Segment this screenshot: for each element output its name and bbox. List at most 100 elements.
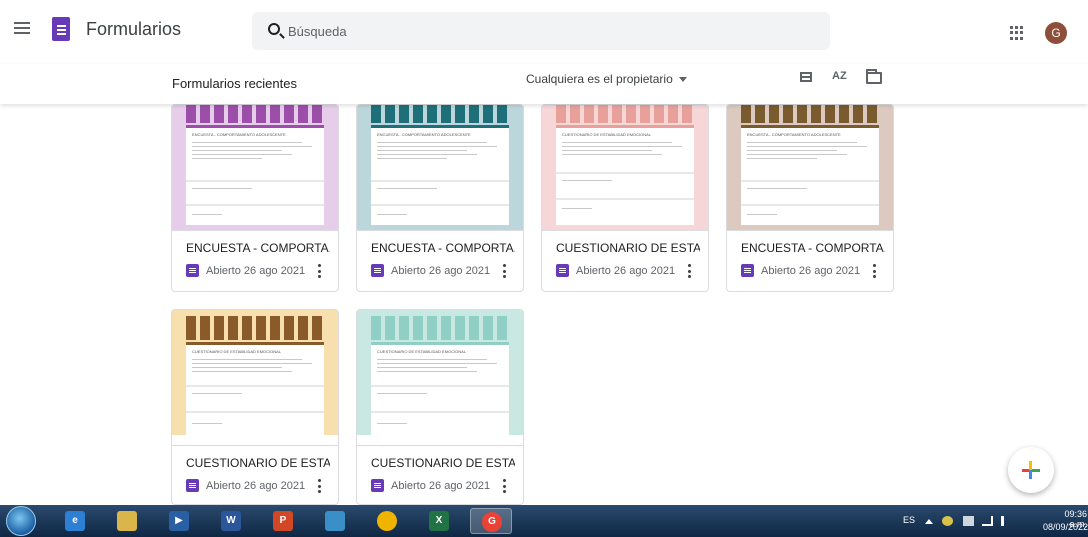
sort-az-icon[interactable]: AZ [832,70,847,82]
caret-down-icon [678,77,687,83]
main-menu-icon[interactable] [14,22,30,34]
forms-icon [186,264,199,277]
thumbnail-paper: CUESTIONARIO DE ESTABILIDAD EMOCIONAL [371,342,509,442]
photo-viewer-icon [325,511,345,531]
powerpoint-icon: P [273,511,293,531]
form-card[interactable]: ENCUESTA - COMPORTAMIENTO ADOLESCENTE EN… [171,104,339,292]
thumbnail-header-image [556,105,694,123]
taskbar-app[interactable]: G [470,508,512,534]
form-thumbnail: ENCUESTA - COMPORTAMIENTO ADOLESCENTE [357,105,523,230]
form-title[interactable]: CUESTIONARIO DE ESTA... [556,241,700,255]
media-player-icon: ▶ [169,511,189,531]
form-thumbnail: CUESTIONARIO DE ESTABILIDAD EMOCIONAL [172,310,338,442]
chrome-icon [377,511,397,531]
form-last-opened: Abierto 26 ago 2021 [206,480,306,492]
form-last-opened: Abierto 26 ago 2021 [206,265,306,277]
forms-icon [371,264,384,277]
form-title[interactable]: ENCUESTA - COMPORTA... [186,241,330,255]
app-name[interactable]: Formularios [86,19,181,40]
form-card-info: ENCUESTA - COMPORTA... Abierto 26 ago 20… [172,230,338,290]
word-icon: W [221,511,241,531]
signal-icon[interactable] [982,516,993,526]
form-thumbnail: CUESTIONARIO DE ESTABILIDAD EMOCIONAL [542,105,708,230]
volume-icon[interactable] [1001,516,1010,526]
owner-filter-label: Cualquiera es el propietario [526,72,673,86]
folder-icon[interactable] [866,69,882,84]
start-button[interactable] [6,506,36,536]
forms-logo-icon[interactable] [52,17,70,41]
form-last-opened: Abierto 26 ago 2021 [576,265,676,277]
form-card[interactable]: CUESTIONARIO DE ESTABILIDAD EMOCIONAL CU… [356,309,524,505]
form-card[interactable]: ENCUESTA - COMPORTAMIENTO ADOLESCENTE EN… [726,104,894,292]
thumbnail-header-image [186,316,324,340]
form-thumbnail: ENCUESTA - COMPORTAMIENTO ADOLESCENTE [172,105,338,230]
more-options-icon[interactable] [503,264,507,278]
form-last-opened: Abierto 26 ago 2021 [761,265,861,277]
thumbnail-title: ENCUESTA - COMPORTAMIENTO ADOLESCENTE [192,132,286,137]
flag-icon[interactable] [942,516,953,526]
taskbar-app[interactable]: ▶ [158,508,200,534]
account-avatar[interactable]: G [1045,22,1067,44]
taskbar-app[interactable]: W [210,508,252,534]
form-card-info: CUESTIONARIO DE ESTA... Abierto 26 ago 2… [357,445,523,504]
more-options-icon[interactable] [688,264,692,278]
more-options-icon[interactable] [503,479,507,493]
thumbnail-header-image [371,105,509,123]
search-bar[interactable] [252,12,830,50]
thumbnail-header-image [741,105,879,123]
battery-icon[interactable] [963,516,974,526]
form-card-info: CUESTIONARIO DE ESTA... Abierto 26 ago 2… [172,445,338,504]
form-title[interactable]: ENCUESTA - COMPORTA... [371,241,515,255]
taskbar-app[interactable]: X [418,508,460,534]
thumbnail-paper: CUESTIONARIO DE ESTABILIDAD EMOCIONAL [186,342,324,442]
language-indicator[interactable]: ES [903,515,915,525]
new-form-button[interactable] [1008,447,1054,493]
thumbnail-paper: ENCUESTA - COMPORTAMIENTO ADOLESCENTE [371,125,509,225]
form-thumbnail: CUESTIONARIO DE ESTABILIDAD EMOCIONAL [357,310,523,442]
show-hidden-icons-icon[interactable] [925,519,933,524]
more-options-icon[interactable] [318,479,322,493]
taskbar-app[interactable] [314,508,356,534]
form-card-info: CUESTIONARIO DE ESTA... Abierto 26 ago 2… [542,230,708,290]
form-card[interactable]: CUESTIONARIO DE ESTABILIDAD EMOCIONAL CU… [541,104,709,292]
form-title[interactable]: CUESTIONARIO DE ESTA... [371,456,515,470]
taskbar-app[interactable] [106,508,148,534]
thumbnail-paper: ENCUESTA - COMPORTAMIENTO ADOLESCENTE [741,125,879,225]
owner-filter-dropdown[interactable]: Cualquiera es el propietario [526,72,687,86]
recent-forms-toolbar: Formularios recientes Cualquiera es el p… [0,64,1088,104]
form-title[interactable]: CUESTIONARIO DE ESTA... [186,456,330,470]
taskbar-app[interactable]: e [54,508,96,534]
top-app-bar: Formularios G [0,0,1088,64]
excel-icon: X [429,511,449,531]
form-card-info: ENCUESTA - COMPORTA... Abierto 26 ago 20… [727,230,893,290]
thumbnail-paper: CUESTIONARIO DE ESTABILIDAD EMOCIONAL [556,125,694,225]
list-view-icon[interactable] [800,72,812,82]
thumbnail-paper: ENCUESTA - COMPORTAMIENTO ADOLESCENTE [186,125,324,225]
search-input[interactable] [288,21,788,41]
taskbar-app[interactable] [366,508,408,534]
form-thumbnail: ENCUESTA - COMPORTAMIENTO ADOLESCENTE [727,105,893,230]
thumbnail-title: CUESTIONARIO DE ESTABILIDAD EMOCIONAL [562,132,652,137]
thumbnail-title: ENCUESTA - COMPORTAMIENTO ADOLESCENTE [377,132,471,137]
forms-icon [371,479,384,492]
thumbnail-title: CUESTIONARIO DE ESTABILIDAD EMOCIONAL [377,349,467,354]
form-card[interactable]: CUESTIONARIO DE ESTABILIDAD EMOCIONAL CU… [171,309,339,505]
thumbnail-header-image [371,316,509,340]
forms-icon [556,264,569,277]
form-card[interactable]: ENCUESTA - COMPORTAMIENTO ADOLESCENTE EN… [356,104,524,292]
clock-date[interactable]: 08/09/2022 [1043,522,1088,532]
google-apps-icon[interactable] [1010,26,1024,40]
more-options-icon[interactable] [318,264,322,278]
taskbar-app[interactable]: P [262,508,304,534]
form-last-opened: Abierto 26 ago 2021 [391,480,491,492]
forms-icon [186,479,199,492]
file-explorer-icon [117,511,137,531]
thumbnail-title: CUESTIONARIO DE ESTABILIDAD EMOCIONAL [192,349,282,354]
ie-icon: e [65,511,85,531]
search-icon[interactable] [268,23,280,35]
thumbnail-title: ENCUESTA - COMPORTAMIENTO ADOLESCENTE [747,132,841,137]
more-options-icon[interactable] [873,264,877,278]
chrome-active-icon: G [482,512,502,532]
form-last-opened: Abierto 26 ago 2021 [391,265,491,277]
form-title[interactable]: ENCUESTA - COMPORTA... [741,241,885,255]
